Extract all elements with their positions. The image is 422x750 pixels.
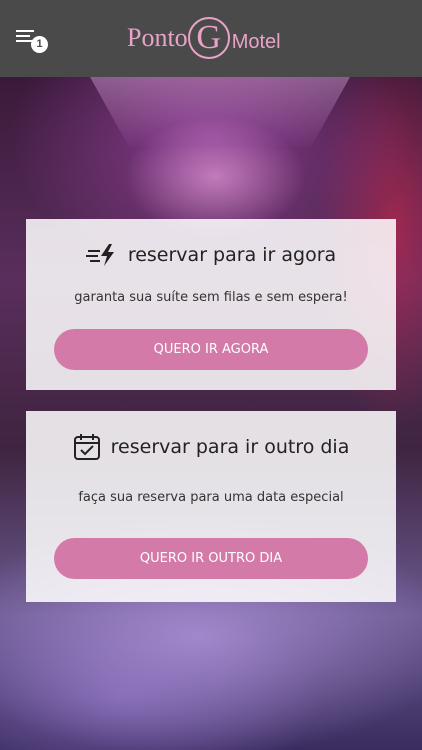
- reserve-now-card: reservar para ir agora garanta sua suíte…: [26, 219, 396, 390]
- bolt-speed-icon: [85, 243, 118, 267]
- reserve-other-day-title-text: reservar para ir outro dia: [110, 436, 350, 458]
- reserve-now-title: reservar para ir agora: [26, 241, 396, 269]
- reserve-now-subtitle: garanta sua suíte sem filas e sem espera…: [74, 290, 348, 305]
- reserve-other-day-title: reservar para ir outro dia: [26, 431, 396, 463]
- logo-text-motel: Motel: [231, 31, 281, 53]
- reserve-now-title-text: reservar para ir agora: [127, 244, 337, 266]
- logo-text-ponto: Ponto: [127, 23, 188, 52]
- logo-mark-g: G: [187, 17, 230, 59]
- reserve-other-day-subtitle: faça sua reserva para uma data especial: [78, 490, 344, 505]
- notification-badge: 1: [31, 36, 48, 53]
- reserve-other-day-card: reservar para ir outro dia faça sua rese…: [26, 411, 396, 602]
- ceiling-light: [90, 77, 350, 147]
- menu-button[interactable]: 1: [16, 28, 50, 54]
- logo: Ponto G Motel: [127, 14, 281, 62]
- app-header: 1 Ponto G Motel: [0, 0, 422, 77]
- quero-ir-outro-dia-button[interactable]: QUERO IR OUTRO DIA: [54, 538, 368, 579]
- quero-ir-agora-button[interactable]: QUERO IR AGORA: [54, 329, 368, 370]
- calendar-check-icon: [73, 433, 101, 461]
